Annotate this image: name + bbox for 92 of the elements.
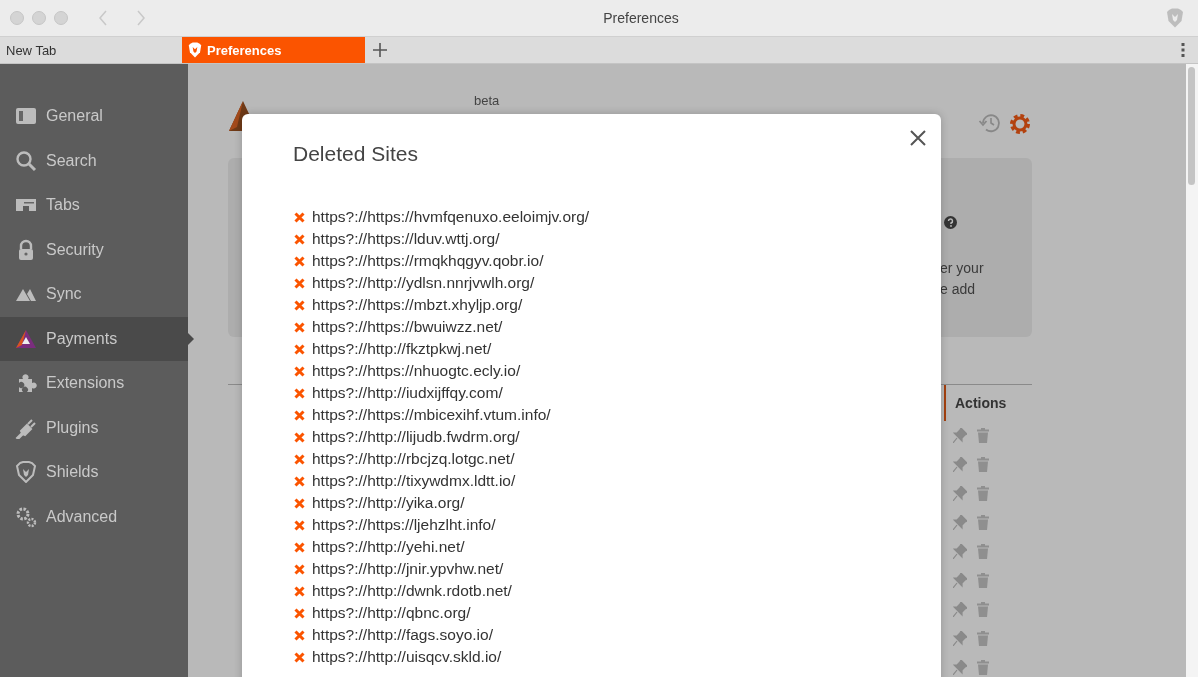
site-url: https?://https://ljehzlht.info/ [312,516,496,534]
site-url: https?://https://bwuiwzz.net/ [312,318,503,336]
site-url: https?://http://fags.soyo.io/ [312,626,493,644]
remove-icon[interactable] [294,541,305,553]
help-icon[interactable] [944,216,957,229]
site-url: https?://http://ydlsn.nnrjvwlh.org/ [312,274,535,292]
browser-tab[interactable]: New Tab [0,37,182,63]
remove-icon[interactable] [294,299,305,311]
pointer-arrow-icon [188,332,194,345]
sidebar-item[interactable]: Payments [0,316,194,361]
remove-icon[interactable] [294,233,305,245]
pin-icon[interactable] [953,486,967,501]
remove-icon[interactable] [294,453,305,465]
pin-icon[interactable] [953,457,967,472]
pin-icon[interactable] [953,660,967,675]
site-url: https?://https://rmqkhqgyv.qobr.io/ [312,252,544,270]
trash-icon[interactable] [977,544,989,559]
search-icon [15,149,37,172]
remove-icon[interactable] [294,563,305,575]
window-title: Preferences [602,10,680,26]
site-url: https?://https://lduv.wttj.org/ [312,230,500,248]
remove-icon[interactable] [294,629,305,641]
site-url: https?://http://rbcjzq.lotgc.net/ [312,450,515,468]
pin-icon[interactable] [953,631,967,646]
dialog-title: Deleted Sites [293,142,418,166]
scrollbar-thumb[interactable] [1188,67,1195,185]
card-text: e add [940,280,976,299]
remove-icon[interactable] [294,365,305,377]
site-url: https?://http://dwnk.rdotb.net/ [312,582,512,600]
trash-icon[interactable] [977,515,989,530]
card-text: er your [940,259,984,278]
remove-icon[interactable] [294,343,305,355]
site-url: https?://http://lijudb.fwdrm.org/ [312,428,520,446]
trash-icon[interactable] [977,660,989,675]
remove-icon[interactable] [294,431,305,443]
site-url: https?://http://tixywdmx.ldtt.io/ [312,472,516,490]
remove-icon[interactable] [294,475,305,487]
remove-icon[interactable] [294,321,305,333]
remove-icon[interactable] [294,585,305,597]
beta-label: beta [474,94,500,108]
trash-icon[interactable] [977,457,989,472]
remove-icon[interactable] [294,497,305,509]
pin-icon[interactable] [953,544,967,559]
menu-icon[interactable] [1181,43,1185,57]
trash-icon[interactable] [977,428,989,443]
shield-icon[interactable] [1166,8,1184,28]
sidebar-item[interactable]: Shields [0,450,194,495]
site-url: https?://http://yika.org/ [312,494,465,512]
remove-icon[interactable] [294,651,305,663]
remove-icon[interactable] [294,387,305,399]
trash-icon[interactable] [977,573,989,588]
plug-icon [15,416,37,439]
close-icon[interactable] [910,130,926,146]
site-url: https?://https://nhuogtc.ecly.io/ [312,362,521,380]
history-icon[interactable] [978,112,1002,134]
remove-icon[interactable] [294,211,305,223]
trash-icon[interactable] [977,486,989,501]
sidebar-item[interactable]: Tabs [0,183,194,228]
settings-icon[interactable] [1008,112,1032,136]
site-url: https?://http://jnir.ypvhw.net/ [312,560,504,578]
remove-icon[interactable] [294,255,305,267]
site-url: https?://http://yehi.net/ [312,538,465,556]
remove-icon[interactable] [294,607,305,619]
site-url: https?://http://uisqcv.skld.io/ [312,648,502,666]
remove-icon[interactable] [294,277,305,289]
browser-tab[interactable]: Preferences [182,37,365,63]
site-url: https?://https://mbicexihf.vtum.info/ [312,406,551,424]
column-header[interactable]: Actions [944,385,1007,421]
gears-icon [15,505,37,528]
pin-icon[interactable] [953,515,967,530]
sidebar-item[interactable]: Extensions [0,361,194,406]
remove-icon[interactable] [294,519,305,531]
site-url: https?://http://iudxijffqy.com/ [312,384,503,402]
site-url: https?://http://fkztpkwj.net/ [312,340,492,358]
site-url: https?://https://mbzt.xhyljp.org/ [312,296,523,314]
trash-icon[interactable] [977,602,989,617]
site-url: https?://http://qbnc.org/ [312,604,471,622]
pin-icon[interactable] [953,573,967,588]
sidebar-item[interactable]: Sync [0,272,194,317]
sidebar-item[interactable]: Search [0,138,194,183]
site-url: https?://https://hvmfqenuxo.eeloimjv.org/ [312,208,590,226]
shield-icon [15,461,37,484]
new-tab-icon[interactable] [373,43,387,57]
sidebar-item[interactable]: Advanced [0,494,194,539]
sidebar-item[interactable]: Plugins [0,405,194,450]
remove-icon[interactable] [294,409,305,421]
sidebar-item[interactable]: General [0,94,194,139]
shield-icon [188,42,202,58]
pin-icon[interactable] [953,428,967,443]
pin-icon[interactable] [953,602,967,617]
trash-icon[interactable] [977,631,989,646]
sidebar-item[interactable]: Security [0,227,194,272]
